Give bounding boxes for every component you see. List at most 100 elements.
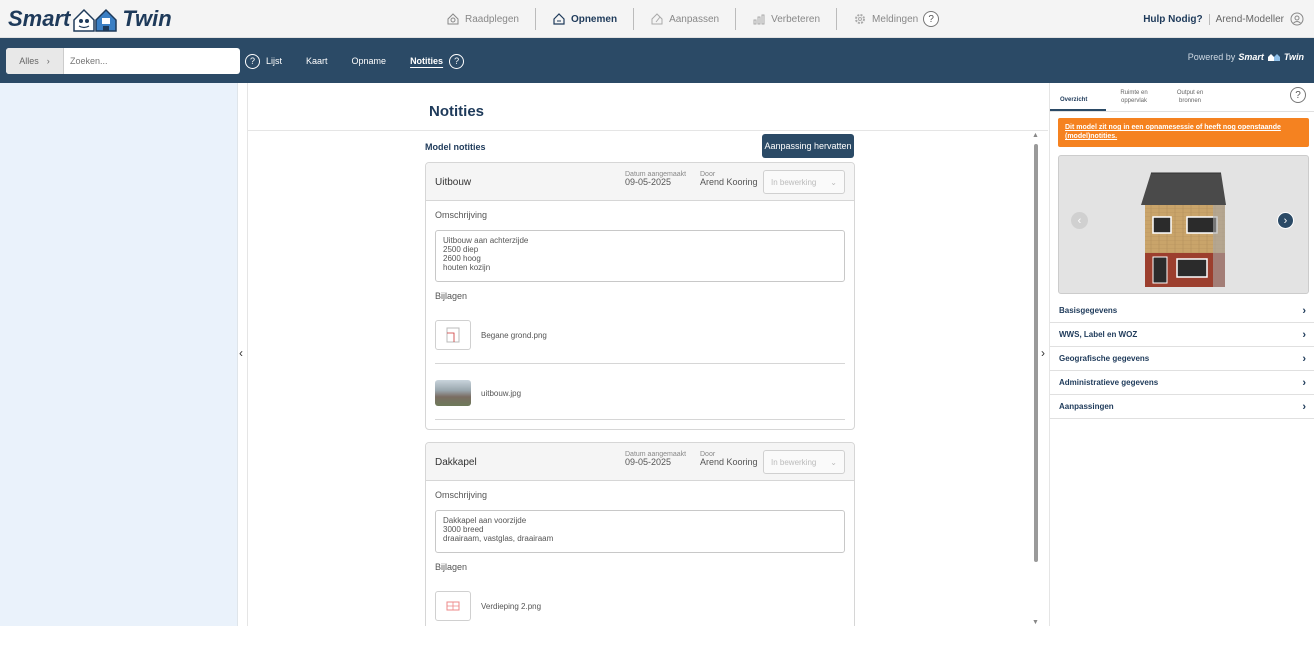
tab-notities[interactable]: Notities — [410, 56, 443, 66]
help-link[interactable]: Hulp Nodig? — [1143, 13, 1210, 25]
content-scrollbar[interactable]: ▲ ▼ — [1031, 132, 1041, 626]
tab-opname[interactable]: Opname — [352, 56, 387, 66]
chart-icon — [753, 14, 765, 25]
main-nav: Raadplegen Opnemen Aanpassen Verbeteren … — [430, 0, 955, 38]
page-title: Notities — [429, 103, 485, 120]
description-label: Omschrijving — [435, 210, 488, 220]
nav-opnemen[interactable]: Opnemen — [536, 8, 635, 30]
note-card: Uitbouw Datum aangemaakt 09-05-2025 Door A… — [425, 162, 855, 430]
attachment-item[interactable]: Verdieping 2.png — [435, 584, 845, 626]
divider — [247, 83, 248, 626]
floorplan-icon — [435, 591, 471, 621]
attachment-item[interactable]: Begane grond.png — [435, 313, 845, 357]
right-panel: Overzicht Ruimte en oppervlak Output en … — [1050, 83, 1314, 626]
attachment-name: uitbouw.jpg — [481, 388, 522, 398]
status-select[interactable]: In bewerking ⌄ — [763, 170, 845, 194]
detail-sections: Basisgegevens › WWS, Label en WOZ › Geogra… — [1050, 299, 1314, 419]
app-logo[interactable]: Smart Twin — [8, 6, 172, 32]
view-tabs: ? Lijst Kaart Opname Notities ? — [245, 48, 465, 74]
logo-houses-icon — [73, 8, 118, 32]
help-icon[interactable]: ? — [245, 53, 260, 69]
house-3d-image — [1141, 172, 1226, 287]
description-text[interactable]: Uitbouw aan achterzijde 2500 diep 2600 h… — [435, 230, 845, 282]
collapse-left-icon[interactable]: ‹ — [239, 346, 247, 360]
powered-by: Powered by Smart Twin — [1187, 52, 1304, 62]
collapse-right-icon[interactable]: › — [1041, 346, 1049, 360]
left-panel — [0, 83, 238, 626]
next-image-button[interactable]: › — [1277, 212, 1294, 229]
search-input[interactable] — [64, 48, 240, 74]
tab-kaart[interactable]: Kaart — [306, 56, 328, 66]
divider — [435, 419, 845, 420]
divider — [1050, 111, 1314, 112]
image-viewer: ‹ › — [1058, 155, 1309, 294]
status-select[interactable]: In bewerking ⌄ — [763, 450, 845, 474]
chevron-right-icon: › — [1302, 304, 1306, 317]
logo-text-right: Twin — [122, 6, 172, 31]
search-house-icon — [447, 13, 459, 25]
photo-thumbnail — [435, 380, 471, 406]
search-box: Alles › — [6, 48, 240, 74]
tab-output[interactable]: Output en bronnen — [1168, 89, 1212, 105]
description-label: Omschrijving — [435, 490, 488, 500]
note-card-header: Uitbouw Datum aangemaakt 09-05-2025 Door A… — [426, 163, 854, 201]
scroll-thumb[interactable] — [1034, 144, 1038, 562]
note-author: Door Arend Kooring — [700, 451, 758, 467]
tab-lijst[interactable]: Lijst — [266, 56, 282, 66]
section-geografisch[interactable]: Geografische gegevens › — [1050, 347, 1314, 371]
tab-overzicht[interactable]: Overzicht — [1060, 96, 1087, 104]
gear-icon — [855, 14, 866, 24]
note-date: Datum aangemaakt 09-05-2025 — [625, 171, 687, 187]
user-icon[interactable] — [1290, 12, 1304, 26]
notes-content: Model notities Aanpassing hervatten Uitb… — [425, 132, 855, 626]
user-name[interactable]: Arend-Modeller — [1216, 14, 1284, 25]
attachment-name: Begane grond.png — [481, 330, 547, 340]
session-alert[interactable]: Dit model zit nog in een opnamesessie of… — [1058, 118, 1309, 147]
secondary-nav: Alles › ? Lijst Kaart Opname Notities ? … — [0, 38, 1314, 83]
attachments-label: Bijlagen — [435, 562, 468, 572]
user-area: Hulp Nodig? Arend-Modeller — [1143, 0, 1304, 38]
attachment-item[interactable]: uitbouw.jpg — [435, 371, 845, 415]
section-aanpassingen[interactable]: Aanpassingen › — [1050, 395, 1314, 419]
help-icon[interactable]: ? — [449, 53, 465, 69]
resume-edit-button[interactable]: Aanpassing hervatten — [762, 134, 854, 158]
tab-ruimte[interactable]: Ruimte en oppervlak — [1112, 89, 1156, 105]
logo-text-left: Smart — [8, 6, 71, 31]
house-icon — [553, 13, 565, 25]
scroll-up-icon[interactable]: ▲ — [1032, 132, 1039, 139]
scroll-down-icon[interactable]: ▼ — [1032, 619, 1039, 626]
chevron-right-icon: › — [1302, 352, 1306, 365]
section-basisgegevens[interactable]: Basisgegevens › — [1050, 299, 1314, 323]
chevron-right-icon: › — [1302, 400, 1306, 413]
attachments-label: Bijlagen — [435, 291, 468, 301]
description-text[interactable]: Dakkapel aan voorzijde 3000 breed draair… — [435, 510, 845, 553]
page-header: Notities — [248, 83, 1048, 131]
chevron-down-icon: ⌄ — [830, 457, 837, 467]
chevron-right-icon: › — [46, 56, 50, 66]
attachment-name: Verdieping 2.png — [481, 601, 542, 611]
nav-verbeteren[interactable]: Verbeteren — [736, 8, 838, 30]
previous-image-button[interactable]: ‹ — [1071, 212, 1088, 229]
top-bar: Smart Twin Raadplegen Opnemen Aanpassen … — [0, 0, 1314, 38]
nav-raadplegen[interactable]: Raadplegen — [430, 8, 536, 30]
note-title: Dakkapel — [435, 457, 477, 468]
nav-aanpassen[interactable]: Aanpassen — [634, 8, 737, 30]
edit-house-icon — [651, 13, 663, 25]
note-date: Datum aangemaakt 09-05-2025 — [625, 451, 687, 467]
note-author: Door Arend Kooring — [700, 171, 758, 187]
search-scope-dropdown[interactable]: Alles › — [6, 48, 64, 74]
section-title: Model notities — [425, 142, 486, 152]
help-icon[interactable]: ? — [923, 11, 940, 27]
note-card-header: Dakkapel Datum aangemaakt 09-05-2025 Door… — [426, 443, 854, 481]
note-card: Dakkapel Datum aangemaakt 09-05-2025 Door… — [425, 442, 855, 626]
help-icon[interactable]: ? — [1290, 87, 1306, 103]
nav-meldingen[interactable]: Meldingen ? — [837, 8, 955, 30]
divider — [435, 363, 845, 364]
detail-tabs: Overzicht Ruimte en oppervlak Output en … — [1050, 83, 1314, 113]
logo-houses-icon — [1267, 54, 1280, 61]
note-title: Uitbouw — [435, 177, 472, 188]
chevron-right-icon: › — [1302, 328, 1306, 341]
chevron-down-icon: ⌄ — [830, 177, 837, 187]
section-administratief[interactable]: Administratieve gegevens › — [1050, 371, 1314, 395]
section-wws[interactable]: WWS, Label en WOZ › — [1050, 323, 1314, 347]
